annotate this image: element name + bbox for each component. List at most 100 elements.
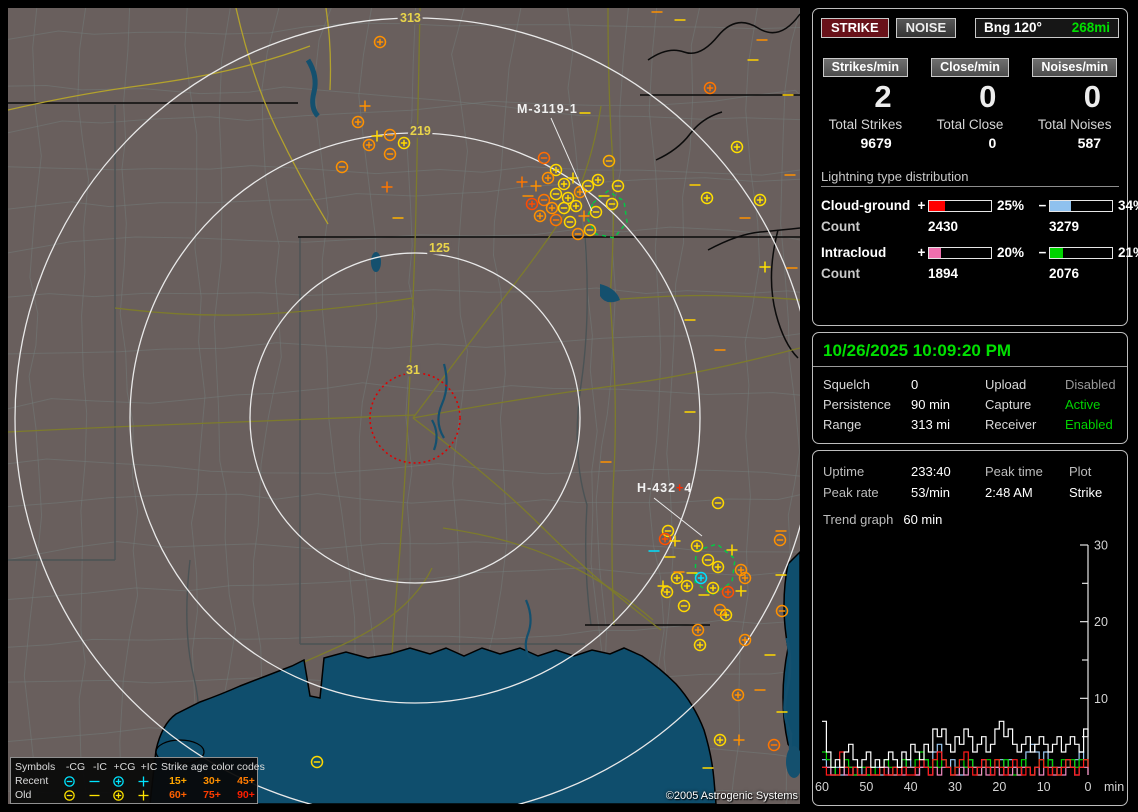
distribution-type-label: Intracloud: [821, 245, 887, 260]
status-panel: 10/26/2025 10:09:20 PM Squelch 0 Upload Dis…: [812, 332, 1128, 444]
legend-symbol-ic-: [88, 789, 112, 802]
copyright: ©2005 Astrogenic Systems: [665, 790, 798, 802]
trend-chart: 10 20 30 60 50 40 30 20 10 0 min: [814, 535, 1127, 805]
legend-age-code: 15+: [169, 775, 187, 787]
status-value: 313 mi: [911, 416, 951, 432]
noise-button[interactable]: NOISE: [895, 18, 957, 38]
plus-sign: +: [917, 245, 926, 260]
counter-total-value: 0: [988, 135, 997, 151]
plus-count: 2430: [928, 219, 959, 234]
distribution-row: Intracloud +20%− 21%: [821, 245, 1138, 260]
legend-row-label: Recent: [15, 775, 49, 787]
x-tick-label: 20: [992, 780, 1006, 794]
x-tick-label: 10: [1037, 780, 1051, 794]
legend-age-code: 75+: [203, 789, 221, 801]
counter-column: Strikes/min 2 Total Strikes 9679: [813, 58, 918, 151]
distribution-title: Lightning type distribution: [821, 169, 1119, 187]
counter-total-label: Total Strikes: [828, 117, 903, 132]
status-label: Upload: [985, 376, 1027, 392]
bearing-value: Bng 120°: [984, 20, 1042, 35]
status-value: 90 min: [911, 396, 951, 412]
count-label: Count: [821, 219, 860, 234]
bearing-readout[interactable]: Bng 120° 268mi: [975, 18, 1119, 38]
legend-header: +IC: [140, 761, 158, 773]
map-area[interactable]: 313 219 125 31 M-3119-1 H-432+4 Symbols -CG -IC…: [8, 8, 800, 804]
counter-value: 2: [874, 79, 892, 114]
minus-sign: −: [1038, 245, 1047, 260]
minus-bar: [1049, 199, 1113, 212]
close-alarm-ring-label: 31: [406, 363, 420, 377]
counter-total-value: 9679: [860, 135, 892, 151]
peak-time-value: 2:48 AM: [985, 485, 1033, 500]
status-state-value: Disabled: [1065, 376, 1116, 392]
stats-grid: Uptime 233:40 Peak time Plot Peak rate 5…: [823, 461, 1117, 503]
x-tick-label: 40: [904, 780, 918, 794]
legend-symbol-cg+: [112, 775, 137, 788]
trend-graph-value: 60 min: [903, 512, 943, 527]
map-legend: Symbols -CG -IC +CG +IC Strike age color code…: [10, 757, 265, 804]
count-label: Count: [821, 266, 860, 281]
minus-percent: 21%: [1118, 245, 1138, 260]
legend-header: +CG: [113, 761, 136, 773]
status-label: Capture: [985, 396, 1032, 412]
counter-value: 0: [979, 79, 997, 114]
uptime-label: Uptime: [823, 464, 865, 479]
x-axis-unit-label: min: [1104, 780, 1124, 794]
legend-symbol-ic+: [137, 775, 161, 788]
minus-bar: [1049, 246, 1113, 259]
distribution-count-row: Count 1894 2076: [821, 266, 1119, 281]
plus-bar: [928, 246, 992, 259]
status-state-value: Enabled: [1065, 416, 1113, 432]
legend-age-header: Strike age color codes: [161, 761, 265, 773]
x-tick-label: 30: [948, 780, 962, 794]
counter-total-value: 587: [1077, 135, 1102, 151]
status-label: Receiver: [985, 416, 1037, 432]
legend-age-code: 90+: [237, 789, 255, 801]
toolbar: STRIKE NOISE Bng 120° 268mi: [821, 18, 1119, 38]
counter-value: 0: [1083, 79, 1102, 114]
legend-header: -CG: [65, 761, 86, 773]
lightning-map[interactable]: 313 219 125 31 M-3119-1 H-432+4: [8, 8, 800, 804]
x-tick-label: 60: [815, 780, 829, 794]
plot-value: Strike: [1069, 485, 1103, 500]
y-tick-label: 10: [1094, 692, 1108, 706]
peak-time-label: Peak time: [985, 464, 1043, 479]
status-label: Squelch: [823, 376, 870, 392]
plot-label: Plot: [1069, 464, 1092, 479]
distribution-type-label: Cloud-ground: [821, 198, 911, 213]
legend-symbol-cg+: [112, 789, 137, 802]
distribution-count-row: Count 2430 3279: [821, 219, 1119, 234]
plus-percent: 25%: [997, 198, 1025, 213]
uptime-value: 233:40: [911, 464, 951, 479]
minus-sign: −: [1038, 198, 1047, 213]
counter-total-label: Total Noises: [1037, 117, 1112, 132]
counter-chip[interactable]: Strikes/min: [822, 58, 909, 77]
status-label: Persistence: [823, 396, 891, 412]
range-ring-label: 313: [400, 11, 421, 25]
strike-button[interactable]: STRIKE: [821, 18, 889, 38]
legend-age-code: 60+: [169, 789, 187, 801]
legend-symbol-cg-: [63, 789, 88, 802]
x-tick-label: 50: [859, 780, 873, 794]
legend-header: -IC: [93, 761, 107, 773]
status-grid: Squelch 0 Upload Disabled Persistence 90 min C…: [823, 374, 1117, 434]
minus-count: 3279: [1049, 219, 1080, 234]
trend-graph-row: Trend graph 60 min: [823, 512, 1117, 527]
range-ring-label: 125: [429, 241, 450, 255]
distribution-row: Cloud-ground +25%− 34%: [821, 198, 1138, 213]
y-tick-label: 30: [1094, 539, 1108, 553]
legend-header: Symbols: [15, 761, 56, 773]
x-tick-label: 0: [1085, 780, 1092, 794]
counter-chip[interactable]: Close/min: [931, 58, 1009, 77]
rate-counters: Strikes/min 2 Total Strikes 9679 Close/min 0 T…: [813, 58, 1127, 151]
legend-age-code: 45+: [237, 775, 255, 787]
counter-chip[interactable]: Noises/min: [1032, 58, 1118, 77]
datetime: 10/26/2025 10:09:20 PM: [823, 341, 1012, 360]
status-value: 0: [911, 376, 919, 392]
distribution-section: Lightning type distribution Cloud-ground…: [821, 169, 1138, 281]
status-label: Range: [823, 416, 862, 432]
minus-count: 2076: [1049, 266, 1080, 281]
range-ring-label: 219: [410, 124, 431, 138]
counter-column: Close/min 0 Total Close 0: [918, 58, 1023, 151]
bearing-distance: 268mi: [1071, 20, 1110, 35]
